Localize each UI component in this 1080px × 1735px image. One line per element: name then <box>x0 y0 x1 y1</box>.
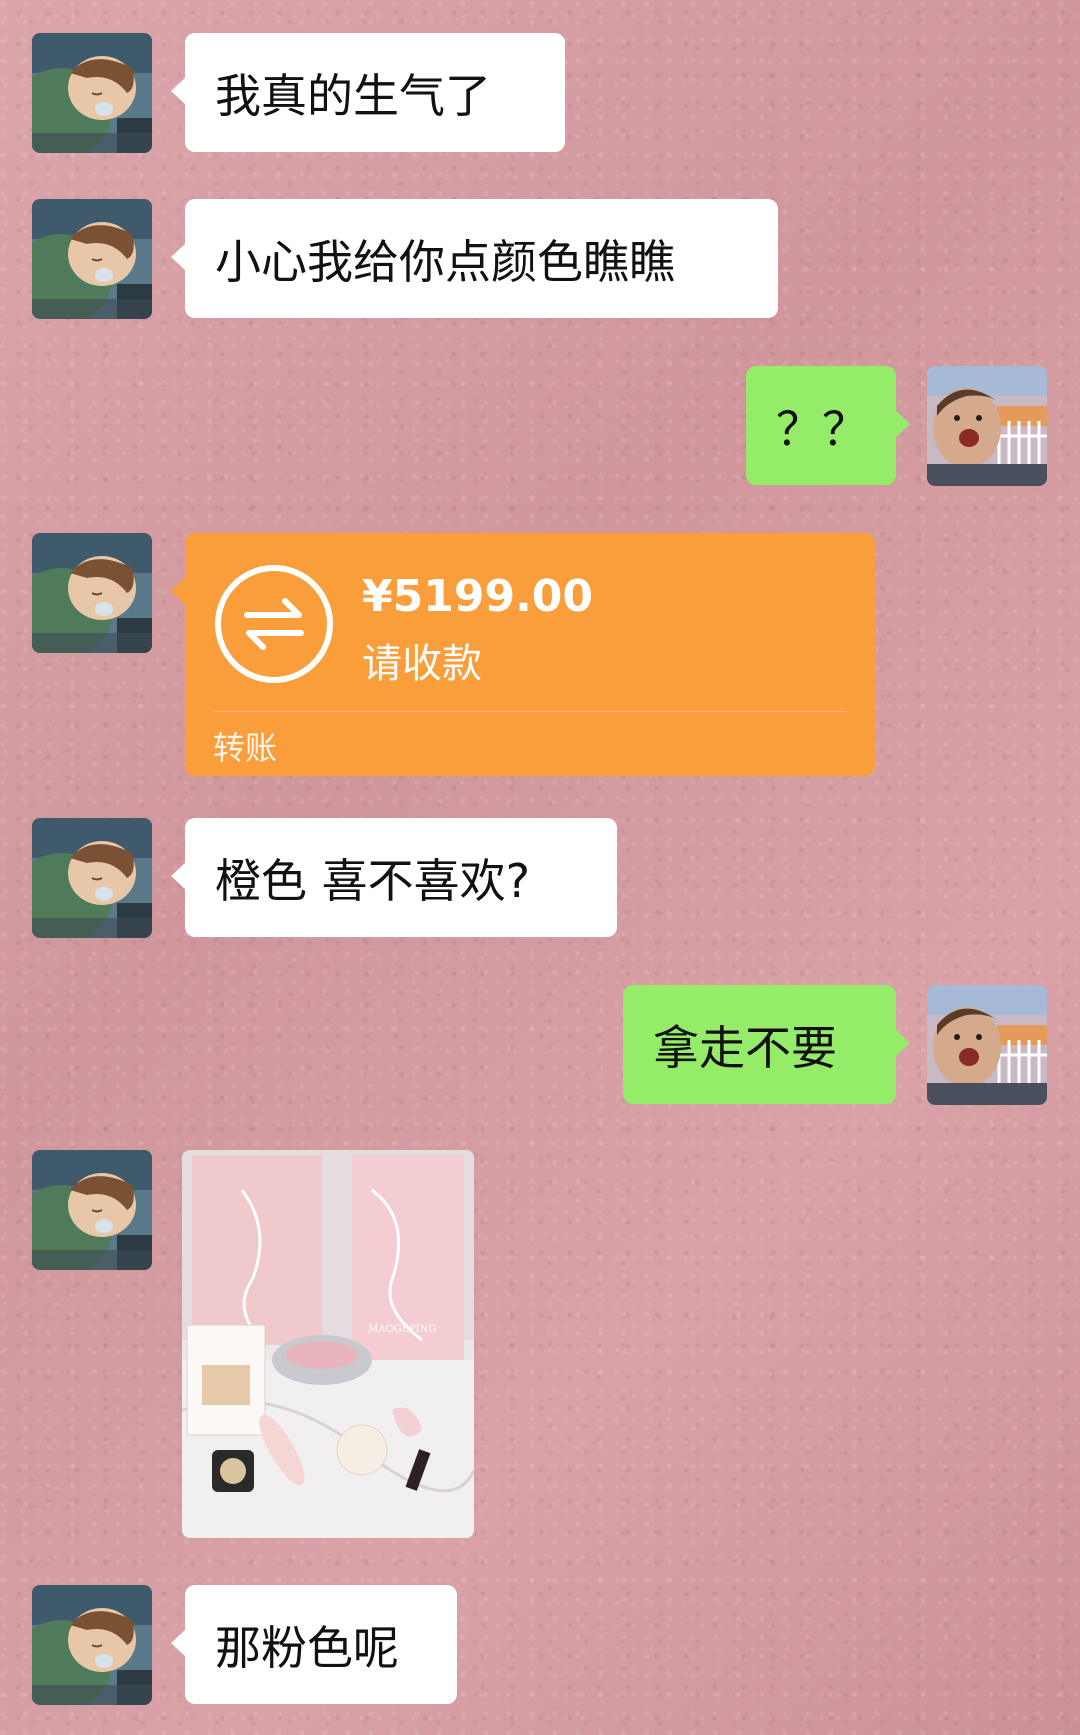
avatar-image <box>32 818 152 938</box>
avatar-image <box>32 1150 152 1270</box>
message-text: 橙色 喜不喜欢? <box>215 853 531 908</box>
transfer-label: 转账 <box>213 729 278 767</box>
cosmetics-photo: MAOGEPING <box>182 1150 474 1538</box>
transfer-status: 请收款 <box>362 641 482 687</box>
contact-avatar[interactable] <box>32 1585 152 1705</box>
message-bubble-incoming[interactable]: 小心我给你点颜色瞧瞧 <box>171 199 778 318</box>
transfer-divider <box>213 711 847 712</box>
image-message[interactable]: MAOGEPING <box>182 1150 474 1538</box>
contact-avatar[interactable] <box>32 199 152 319</box>
self-avatar[interactable] <box>927 985 1047 1105</box>
contact-avatar[interactable] <box>32 1150 152 1270</box>
contact-avatar[interactable] <box>32 818 152 938</box>
message-bubble-incoming[interactable]: 橙色 喜不喜欢? <box>171 818 617 937</box>
message-text: 我真的生气了 <box>215 68 491 123</box>
avatar-image <box>32 1585 152 1705</box>
transfer-card[interactable]: ¥5199.00 请收款 转账 <box>171 533 875 776</box>
message-text: 小心我给你点颜色瞧瞧 <box>215 234 675 289</box>
transfer-amount: ¥5199.00 <box>362 571 594 622</box>
box-brand-text: MAOGEPING <box>368 1324 436 1335</box>
message-text: 拿走不要 <box>653 1020 837 1075</box>
message-bubble-incoming[interactable]: 我真的生气了 <box>171 33 565 152</box>
contact-avatar[interactable] <box>32 533 152 653</box>
message-bubble-outgoing[interactable]: ？？ <box>746 366 910 485</box>
avatar-image <box>32 533 152 653</box>
message-bubble-outgoing[interactable]: 拿走不要 <box>623 985 910 1104</box>
avatar-image <box>32 33 152 153</box>
message-text: ？？ <box>776 401 868 456</box>
transfer-arrows-icon <box>213 563 335 685</box>
contact-avatar[interactable] <box>32 33 152 153</box>
message-text: 那粉色呢 <box>215 1620 399 1675</box>
avatar-image <box>32 199 152 319</box>
avatar-image <box>927 366 1047 486</box>
avatar-image <box>927 985 1047 1105</box>
message-bubble-incoming[interactable]: 那粉色呢 <box>171 1585 457 1704</box>
self-avatar[interactable] <box>927 366 1047 486</box>
